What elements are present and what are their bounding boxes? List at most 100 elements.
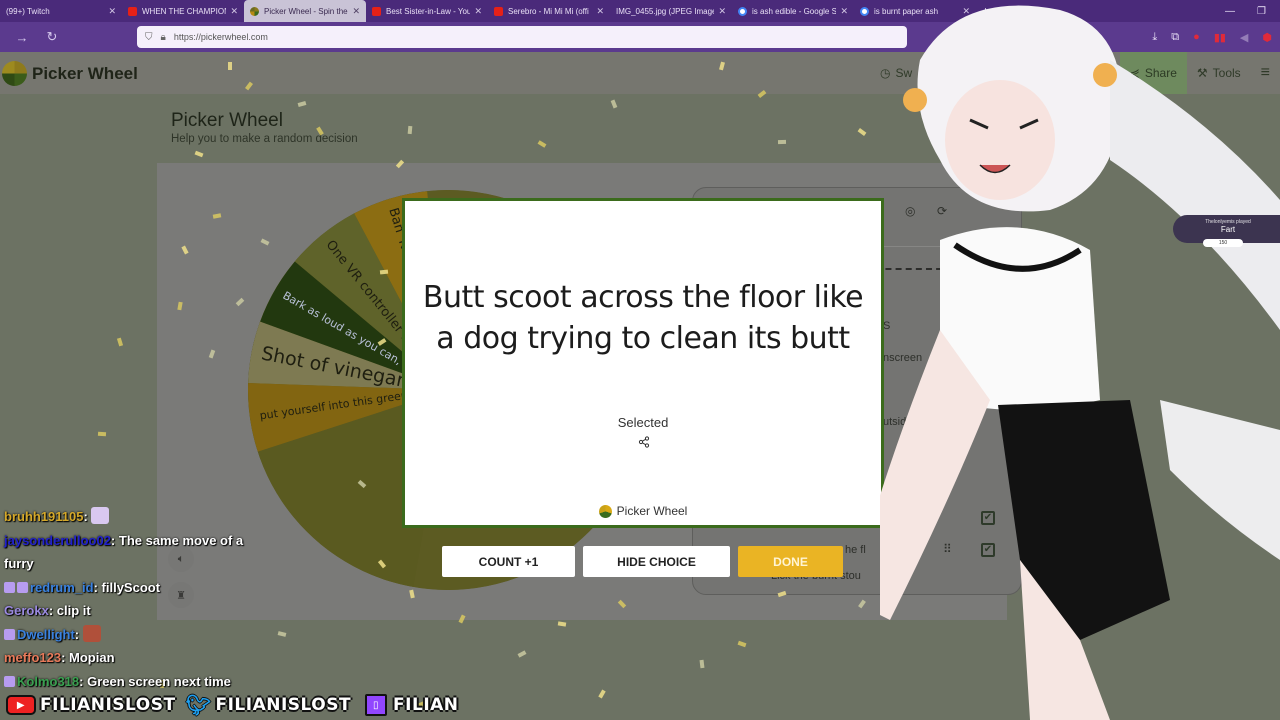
hamburger-menu[interactable]: ≡ bbox=[1251, 52, 1280, 94]
drag-handle-icon[interactable]: ⠿ bbox=[943, 410, 952, 424]
browser-tab[interactable]: Serebro - Mi Mi Mi (offi ✕ bbox=[488, 0, 610, 22]
browser-tab[interactable]: Picker Wheel - Spin the ✕ bbox=[244, 0, 366, 22]
browser-tab[interactable]: (99+) Twitch ✕ bbox=[0, 0, 122, 22]
view-icon[interactable]: ◎ bbox=[905, 204, 915, 218]
confetti-piece bbox=[777, 139, 787, 145]
entry-fragment: utside yo bbox=[883, 416, 928, 428]
entry-fragment: he fl bbox=[845, 544, 866, 556]
tab-favicon-icon bbox=[738, 6, 747, 16]
chat-colon: : bbox=[74, 626, 83, 642]
confetti-piece bbox=[97, 431, 107, 437]
extensions-icon[interactable]: ⧉ bbox=[1171, 31, 1179, 44]
close-tab-icon[interactable]: ✕ bbox=[352, 6, 360, 17]
entry-checkbox[interactable]: ✔ bbox=[981, 511, 995, 525]
refresh-icon[interactable]: ⟳ bbox=[937, 204, 947, 218]
drag-handle-icon[interactable]: ⠿ bbox=[943, 378, 952, 392]
modal-brand: Picker Wheel bbox=[405, 504, 881, 518]
shield-icon: ⛉ bbox=[145, 31, 153, 43]
close-tab-icon[interactable]: ✕ bbox=[108, 6, 116, 17]
brand-text: Picker Wheel bbox=[616, 504, 688, 518]
forward-button[interactable]: → bbox=[14, 30, 30, 45]
chat-message: Dwellight: bbox=[4, 623, 304, 647]
chat-message: redrum_id: fillyScoot bbox=[4, 576, 304, 600]
chat-text: clip it bbox=[56, 603, 91, 618]
restore-button[interactable]: ❐ bbox=[1257, 6, 1266, 17]
minimize-button[interactable]: — bbox=[1225, 6, 1235, 17]
chat-text: fillyScoot bbox=[101, 579, 161, 595]
reload-button[interactable]: ↻ bbox=[44, 29, 60, 45]
chat-username[interactable]: Dwellight bbox=[17, 627, 75, 642]
result-text: Butt scoot across the floor like a dog t… bbox=[422, 280, 864, 356]
chat-colon: : bbox=[110, 532, 119, 548]
sound-icon[interactable]: ◀ bbox=[1240, 31, 1248, 44]
lock-icon: 🔒︎ bbox=[160, 31, 166, 43]
browser-tab[interactable]: Best Sister-in-Law - You ✕ bbox=[366, 0, 488, 22]
close-tab-icon[interactable]: ✕ bbox=[474, 6, 482, 17]
chat-username[interactable]: bruhh191105 bbox=[4, 509, 84, 524]
result-status: Selected bbox=[617, 415, 669, 430]
page-title: Picker Wheel bbox=[171, 110, 283, 131]
browser-tab[interactable]: IMG_0455.jpg (JPEG Image ✕ bbox=[610, 0, 732, 22]
chat-message: Gerokx: clip it bbox=[4, 599, 304, 623]
alert-cost: 150 bbox=[1203, 239, 1243, 247]
tab-title: IMG_0455.jpg (JPEG Image bbox=[616, 6, 715, 16]
entry-fragment: nscreen bbox=[883, 352, 923, 364]
close-tab-icon[interactable]: ✕ bbox=[962, 6, 970, 17]
extension-badge-icon[interactable]: ● bbox=[1193, 31, 1200, 43]
tab-favicon-icon bbox=[860, 6, 869, 16]
menu-icon: ≡ bbox=[1260, 64, 1270, 81]
tab-title: Best Sister-in-Law - You bbox=[386, 6, 471, 16]
youtube-extension-icon[interactable]: ⬢ bbox=[1262, 31, 1272, 44]
chat-username[interactable]: redrum_id bbox=[30, 580, 94, 595]
share-icon: ⋞ bbox=[1129, 66, 1140, 80]
entry-checkbox[interactable]: ✔ bbox=[981, 543, 995, 557]
tab-favicon-icon bbox=[250, 6, 259, 16]
chat-username[interactable]: jaysonderulloo02 bbox=[4, 533, 111, 548]
address-bar[interactable]: ⛉ 🔒︎ https://pickerwheel.com bbox=[137, 26, 907, 48]
count-plus-one-button[interactable]: COUNT +1 bbox=[442, 546, 575, 577]
tools-menu[interactable]: ⚒ Tools bbox=[1187, 52, 1251, 94]
switch-icon: ◷ bbox=[880, 66, 891, 80]
page-subtitle: Help you to make a random decision bbox=[171, 133, 358, 145]
screen: (99+) Twitch ✕ WHEN THE CHAMPION ✕ Picker Wh… bbox=[0, 0, 1280, 720]
done-button[interactable]: DONE bbox=[738, 546, 843, 577]
tab-list-chevron-icon[interactable]: ⌄ bbox=[1003, 4, 1013, 18]
close-tab-icon[interactable]: ✕ bbox=[230, 6, 238, 17]
chat-badge-icon bbox=[4, 628, 15, 640]
browser-nav-bar: → ↻ ⛉ 🔒︎ https://pickerwheel.com ⤓ ⧉ ● ▮… bbox=[0, 22, 1280, 52]
chat-message: Kolmo318: Green screen next time bbox=[4, 670, 304, 694]
close-tab-icon[interactable]: ✕ bbox=[840, 6, 848, 17]
drag-handle-icon[interactable]: ⠿ bbox=[943, 542, 952, 556]
confetti-piece bbox=[228, 62, 232, 70]
close-tab-icon[interactable]: ✕ bbox=[596, 6, 604, 17]
browser-tab[interactable]: is burnt paper ash ✕ bbox=[854, 0, 976, 22]
browser-tab[interactable]: WHEN THE CHAMPION ✕ bbox=[122, 0, 244, 22]
chat-colon: : bbox=[79, 673, 88, 689]
site-logo[interactable]: Picker Wheel bbox=[2, 61, 138, 86]
chat-emote-icon bbox=[82, 624, 101, 642]
chat-text: The same move of a bbox=[118, 532, 244, 548]
browser-tab[interactable]: is ash edible - Google Se ✕ bbox=[732, 0, 854, 22]
chat-text: Mopian bbox=[69, 650, 115, 665]
twitch-handle: FILIAN bbox=[393, 695, 459, 715]
share-icon[interactable] bbox=[638, 436, 650, 448]
chat-message: meffo123: Mopian bbox=[4, 646, 304, 670]
chat-username[interactable]: Gerokx bbox=[4, 603, 49, 618]
chat-badge-icon bbox=[4, 675, 15, 687]
extension-icon[interactable]: ▮▮ bbox=[1214, 31, 1226, 44]
close-tab-icon[interactable]: ✕ bbox=[718, 6, 726, 17]
confetti-piece bbox=[379, 269, 389, 275]
chat-username[interactable]: meffo123 bbox=[4, 650, 61, 665]
hide-choice-button[interactable]: HIDE CHOICE bbox=[583, 546, 730, 577]
new-tab-button[interactable]: + bbox=[982, 4, 989, 18]
entry-fragment: S bbox=[883, 320, 891, 332]
chat-message: bruhh191105: bbox=[4, 505, 304, 529]
download-icon[interactable]: ⤓ bbox=[1152, 31, 1157, 44]
logo-text: Picker Wheel bbox=[32, 63, 138, 83]
confetti-piece bbox=[407, 125, 413, 135]
share-menu[interactable]: ⋞ Share bbox=[1119, 52, 1187, 94]
chat-emote-icon bbox=[91, 507, 110, 524]
chat-username[interactable]: Kolmo318 bbox=[17, 674, 79, 689]
youtube-icon: ▶ bbox=[6, 695, 36, 715]
switch-menu[interactable]: ◷ Sw bbox=[880, 52, 912, 94]
